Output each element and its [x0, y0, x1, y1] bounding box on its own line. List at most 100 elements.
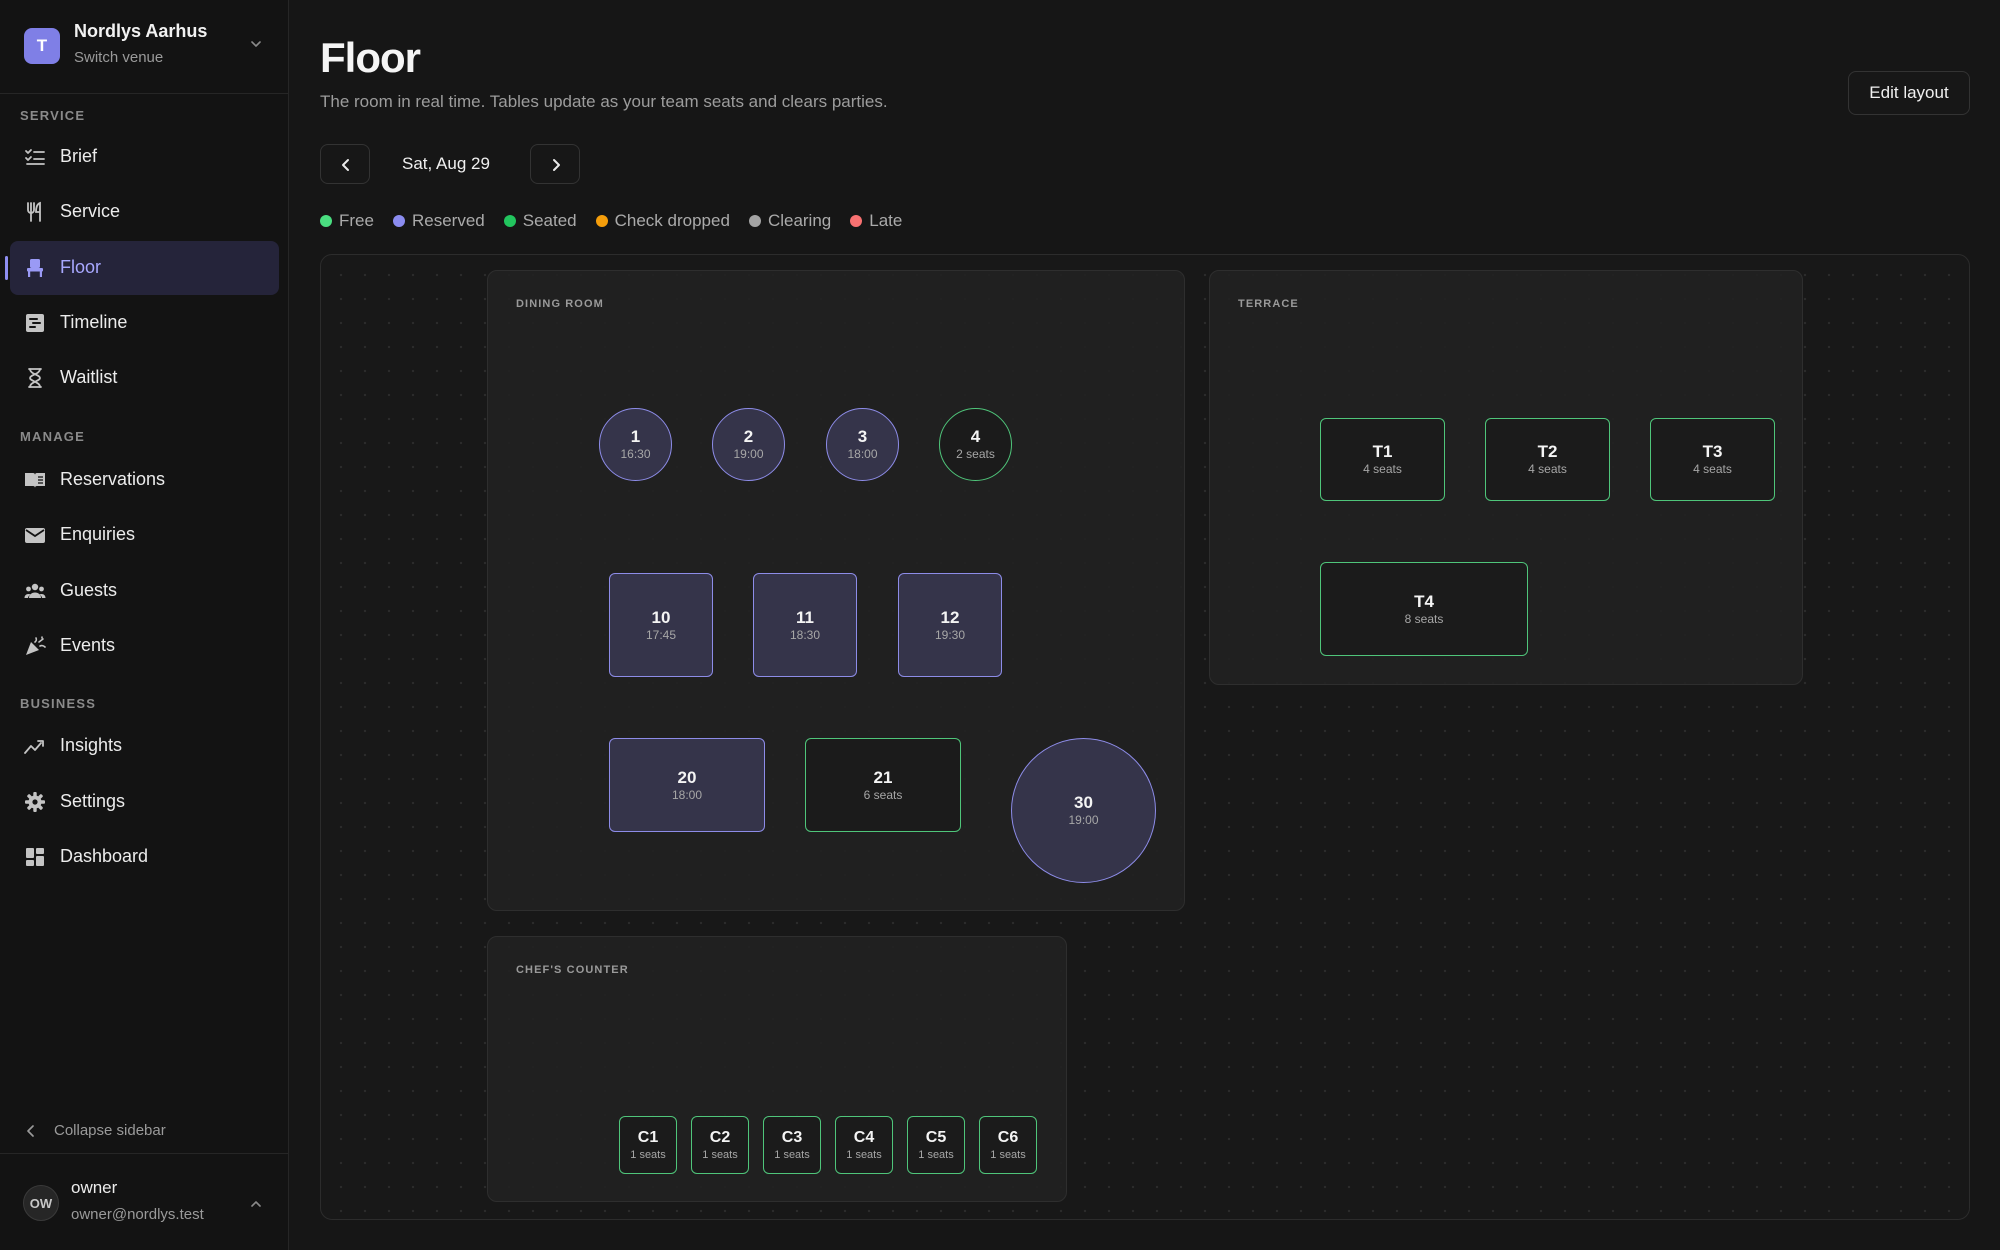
legend-dot — [850, 215, 863, 227]
sidebar-item-settings[interactable]: Settings — [10, 775, 279, 829]
table-name: T1 — [1372, 442, 1393, 461]
table-name: T3 — [1702, 442, 1723, 461]
edit-layout-button[interactable]: Edit layout — [1848, 71, 1970, 115]
legend-dot — [595, 215, 608, 227]
zone-label: CHEF'S COUNTER — [516, 964, 629, 976]
chevron-up-icon — [251, 1201, 261, 1207]
sidebar-item-label: Waitlist — [60, 367, 118, 387]
sidebar-item-reservations[interactable]: Reservations — [10, 453, 279, 507]
table-name: C2 — [709, 1128, 731, 1146]
page-title: Floor — [320, 34, 421, 81]
timeline-icon — [26, 314, 44, 332]
chevron-left-icon — [27, 1125, 34, 1137]
user-name: owner — [71, 1178, 118, 1197]
table-detail: 17:45 — [645, 627, 677, 642]
avatar: OW — [23, 1185, 59, 1221]
table-12[interactable]: 12 19:30 — [898, 573, 1002, 677]
gear-icon — [25, 792, 45, 812]
table-c4[interactable]: C4 1 seats — [835, 1116, 893, 1174]
sidebar-item-guests[interactable]: Guests — [10, 564, 279, 618]
table-detail: 1 seats — [774, 1148, 810, 1161]
sidebar-item-label: Floor — [60, 257, 102, 277]
table-10[interactable]: 10 17:45 — [609, 573, 713, 677]
legend-label: Seated — [522, 211, 577, 230]
table-t1[interactable]: T1 4 seats — [1320, 418, 1445, 501]
table-detail: 1 seats — [630, 1148, 666, 1161]
sidebar-item-floor[interactable]: Floor — [5, 241, 279, 295]
sidebar-item-label: Events — [60, 635, 116, 655]
table-name: C5 — [925, 1128, 947, 1146]
table-30[interactable]: 30 19:00 — [1011, 738, 1156, 883]
table-detail: 1 seats — [918, 1148, 954, 1161]
legend-item-reserved: Reserved — [392, 211, 485, 231]
zone-label: TERRACE — [1238, 298, 1299, 310]
table-name: 2 — [743, 427, 754, 446]
legend-item-seated: Seated — [503, 211, 577, 231]
table-t2[interactable]: T2 4 seats — [1485, 418, 1610, 501]
sidebar-item-insights[interactable]: Insights — [10, 719, 279, 773]
collapse-sidebar-label: Collapse sidebar — [54, 1122, 166, 1139]
collapse-sidebar-button[interactable]: Collapse sidebar — [24, 1120, 264, 1144]
table-detail: 6 seats — [863, 787, 903, 802]
sidebar-item-timeline[interactable]: Timeline — [10, 296, 279, 350]
utensils-icon — [27, 201, 41, 222]
legend-item-check-dropped: Check dropped — [595, 211, 730, 231]
sidebar-item-dashboard[interactable]: Dashboard — [10, 830, 279, 884]
previous-day-button[interactable] — [320, 144, 370, 184]
table-detail: 18:30 — [789, 627, 821, 642]
switch-venue-label: Switch venue — [74, 49, 164, 66]
table-21[interactable]: 21 6 seats — [805, 738, 961, 832]
sidebar-item-label: Guests — [60, 580, 118, 600]
table-4[interactable]: 4 2 seats — [939, 408, 1012, 481]
venue-switcher[interactable]: T Nordlys Aarhus Switch venue — [0, 0, 288, 94]
table-detail: 18:00 — [671, 787, 703, 802]
next-day-button[interactable] — [530, 144, 580, 184]
table-c3[interactable]: C3 1 seats — [763, 1116, 821, 1174]
sidebar-item-waitlist[interactable]: Waitlist — [10, 351, 279, 405]
zone-dining-room: DINING ROOM 1 16:30 2 19:00 3 18:00 4 2 … — [487, 270, 1185, 911]
sidebar-item-brief[interactable]: Brief — [10, 130, 279, 184]
sidebar-item-label: Brief — [60, 146, 98, 166]
table-1[interactable]: 1 16:30 — [599, 408, 672, 481]
zone-label: DINING ROOM — [516, 298, 604, 310]
table-name: 20 — [677, 767, 697, 787]
table-detail: 2 seats — [956, 447, 995, 461]
table-name: 1 — [630, 427, 641, 446]
zone-chefs-counter: CHEF'S COUNTER C1 1 seats C2 1 seats C3 … — [487, 936, 1067, 1202]
table-c6[interactable]: C6 1 seats — [979, 1116, 1037, 1174]
sidebar-item-label: Enquiries — [60, 524, 136, 544]
table-t3[interactable]: T3 4 seats — [1650, 418, 1775, 501]
table-name: 21 — [873, 767, 893, 787]
sidebar-item-label: Reservations — [60, 469, 166, 489]
chevron-right-icon — [553, 159, 560, 171]
chair-icon — [27, 259, 43, 277]
current-date: Sat, Aug 29 — [402, 154, 490, 173]
table-3[interactable]: 3 18:00 — [826, 408, 899, 481]
table-name: T4 — [1414, 591, 1434, 611]
table-name: 3 — [857, 427, 868, 446]
table-t4[interactable]: T4 8 seats — [1320, 562, 1528, 656]
chevron-left-icon — [342, 159, 349, 171]
legend-label: Clearing — [767, 211, 832, 230]
table-20[interactable]: 20 18:00 — [609, 738, 765, 832]
table-detail: 4 seats — [1528, 462, 1567, 476]
sidebar-item-events[interactable]: Events — [10, 619, 279, 673]
table-c5[interactable]: C5 1 seats — [907, 1116, 965, 1174]
user-menu[interactable]: OW owner owner@nordlys.test — [0, 1153, 288, 1250]
table-name: C3 — [781, 1128, 803, 1146]
table-name: 12 — [940, 607, 960, 627]
table-name: C1 — [637, 1128, 659, 1146]
book-icon — [25, 473, 45, 488]
party-icon — [26, 636, 46, 655]
sidebar-item-label: Insights — [60, 735, 123, 755]
checklist-icon — [25, 149, 45, 165]
sidebar-item-enquiries[interactable]: Enquiries — [10, 508, 279, 562]
chevron-down-icon — [251, 41, 261, 47]
table-2[interactable]: 2 19:00 — [712, 408, 785, 481]
table-c2[interactable]: C2 1 seats — [691, 1116, 749, 1174]
table-detail: 8 seats — [1404, 611, 1444, 626]
table-c1[interactable]: C1 1 seats — [619, 1116, 677, 1174]
sidebar-item-label: Service — [60, 201, 121, 221]
table-11[interactable]: 11 18:30 — [753, 573, 857, 677]
sidebar-item-service[interactable]: Service — [10, 185, 279, 239]
